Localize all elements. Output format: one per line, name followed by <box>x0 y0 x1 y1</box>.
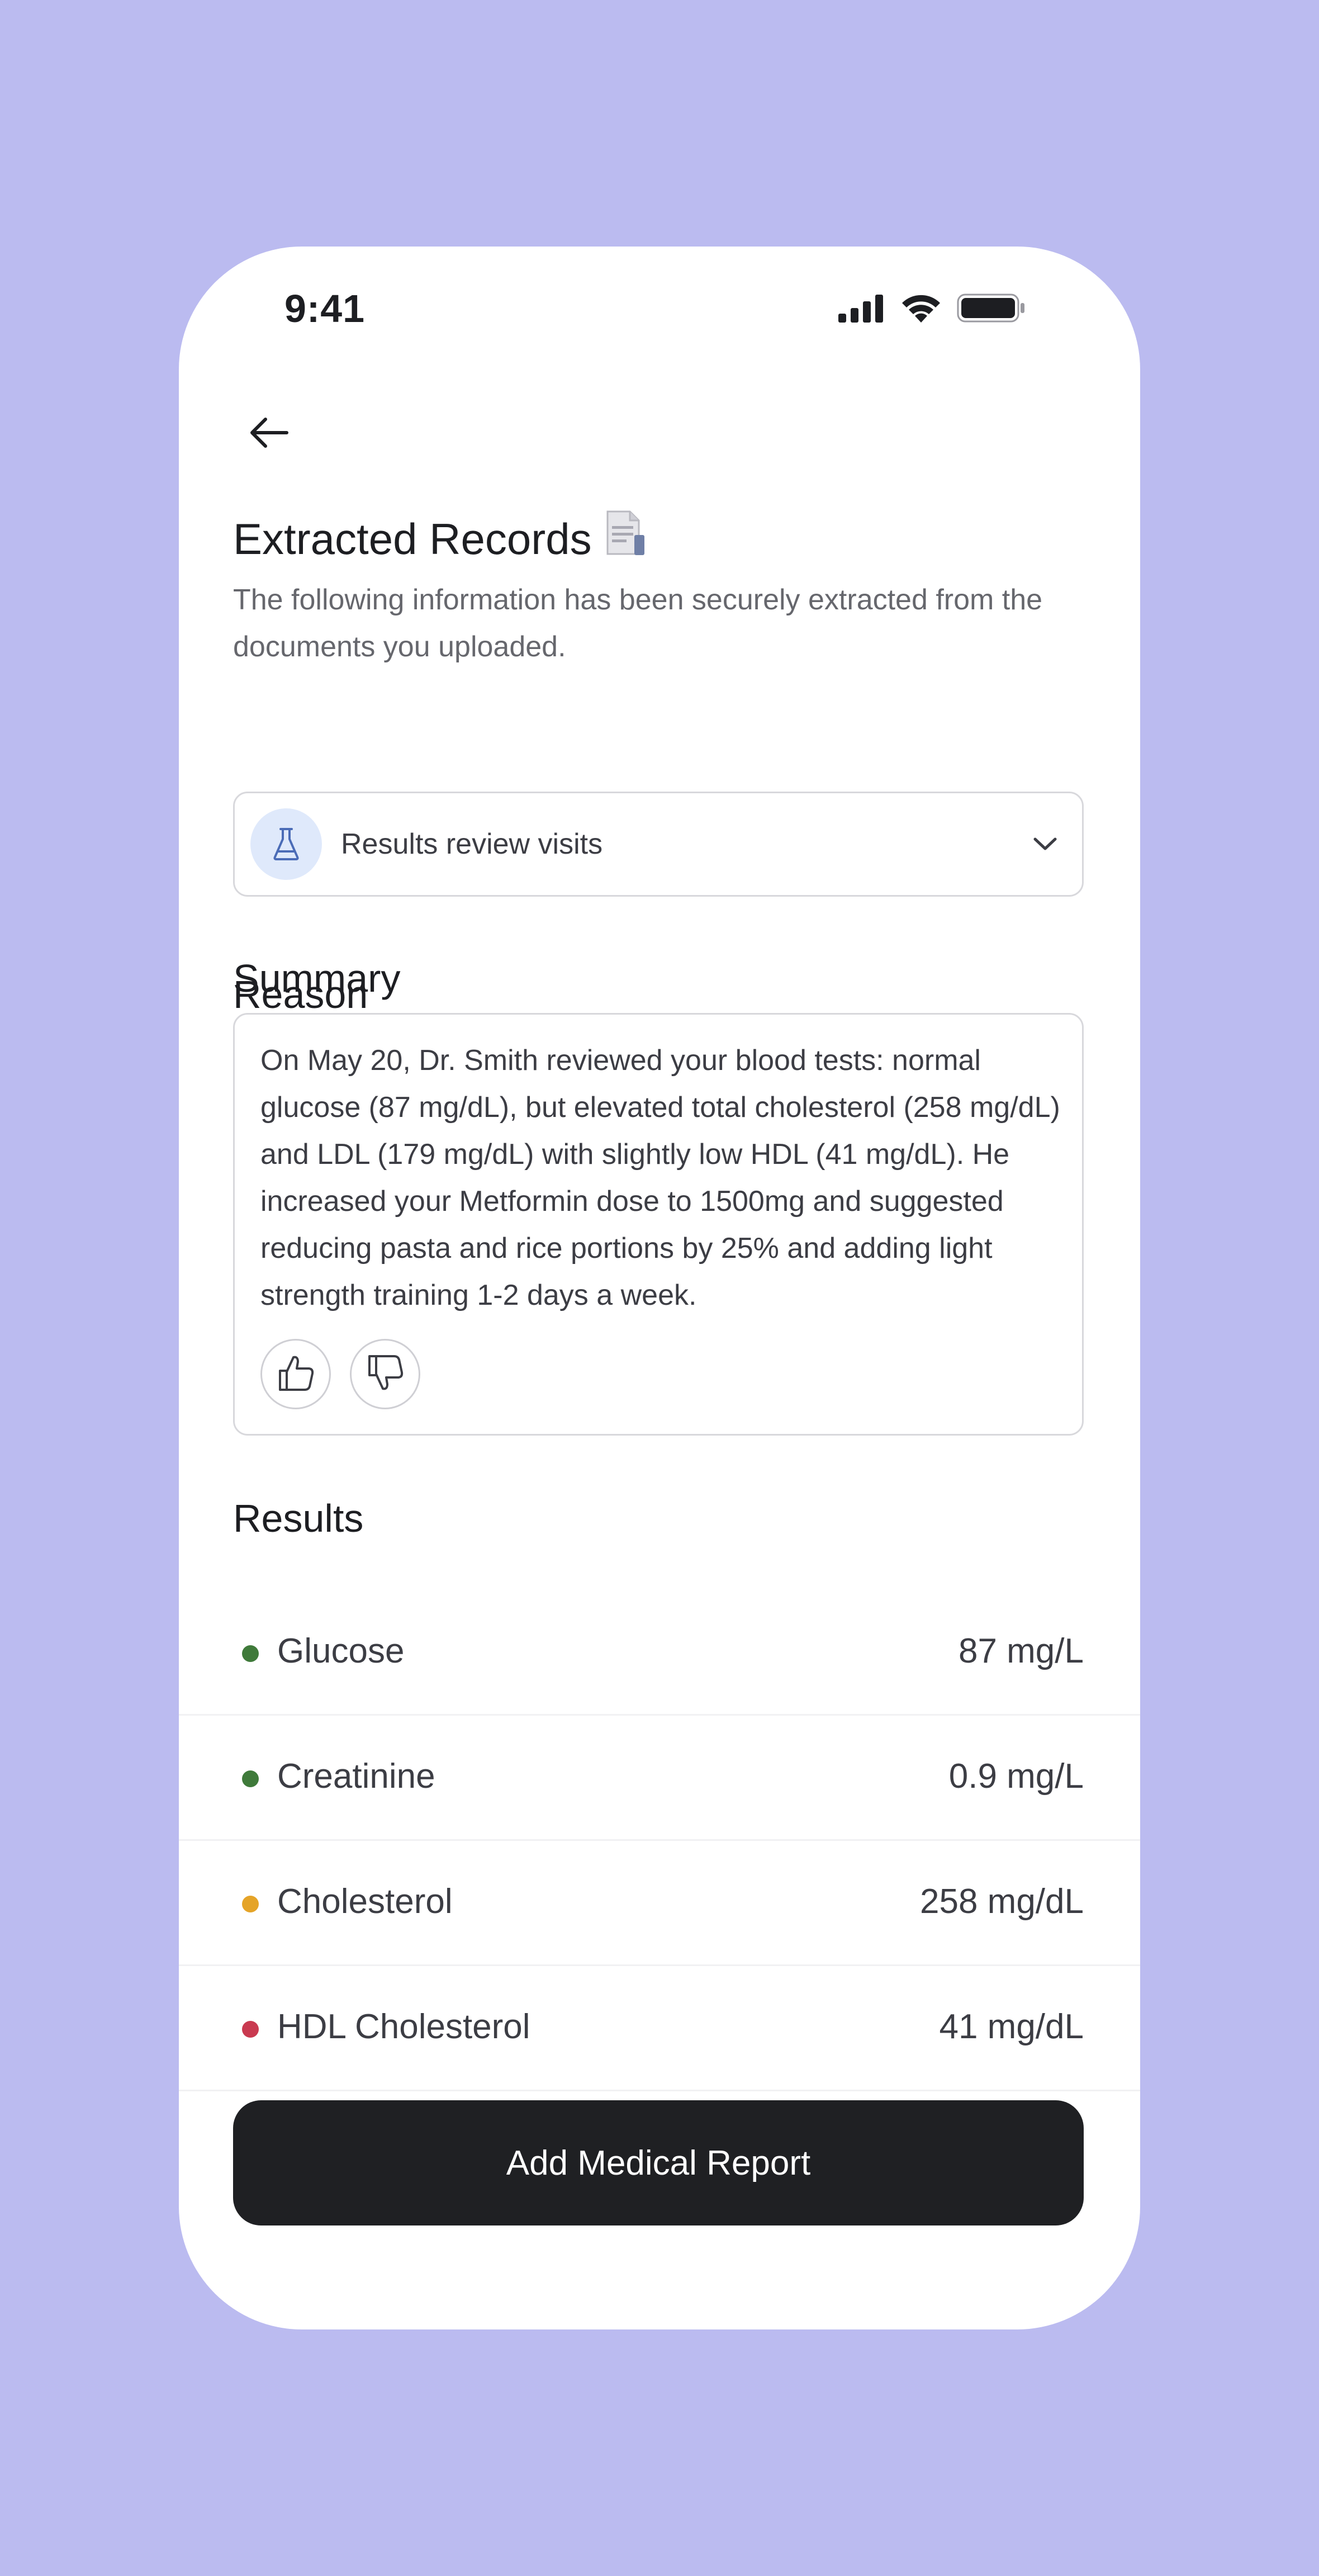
result-row[interactable]: HDL Cholesterol 41 mg/dL <box>179 1966 1140 2091</box>
flask-icon <box>250 808 322 880</box>
reason-select[interactable]: Results review visits <box>233 792 1084 897</box>
status-dot <box>242 2021 259 2038</box>
result-value: 87 mg/L <box>958 1632 1084 1670</box>
phone-screen: 9:41 Extracted Records The following inf… <box>179 247 1140 2329</box>
page-title-text: Extracted Records <box>233 514 592 564</box>
thumbs-down-button[interactable] <box>350 1339 420 1409</box>
result-row[interactable]: Cholesterol 258 mg/dL <box>179 1841 1140 1966</box>
chevron-down-icon <box>1033 837 1057 851</box>
result-value: 0.9 mg/L <box>948 1757 1084 1796</box>
summary-heading: Summary <box>233 956 401 1000</box>
document-icon <box>602 509 649 569</box>
result-row[interactable]: Creatinine 0.9 mg/L <box>179 1716 1140 1841</box>
status-dot <box>242 1896 259 1912</box>
results-list: Glucose 87 mg/L Creatinine 0.9 mg/L Chol… <box>179 1590 1140 2091</box>
result-value: 258 mg/dL <box>920 1882 1084 1921</box>
summary-text: On May 20, Dr. Smith reviewed your blood… <box>260 1044 1060 1311</box>
status-icons <box>838 292 1026 324</box>
wifi-icon <box>900 292 942 324</box>
arrow-left-icon <box>249 417 289 451</box>
result-value: 41 mg/dL <box>939 2007 1084 2046</box>
result-name: Glucose <box>277 1632 405 1670</box>
cellular-signal-icon <box>838 293 885 323</box>
summary-box: On May 20, Dr. Smith reviewed your blood… <box>233 1013 1084 1436</box>
page-subtitle: The following information has been secur… <box>233 584 1043 663</box>
result-name: Creatinine <box>277 1757 435 1796</box>
thumbs-up-button[interactable] <box>260 1339 331 1409</box>
page-title: Extracted Records <box>233 509 649 569</box>
add-medical-report-button[interactable]: Add Medical Report <box>233 2100 1084 2225</box>
back-button[interactable] <box>238 403 300 465</box>
battery-icon <box>957 293 1026 323</box>
result-name: Cholesterol <box>277 1882 453 1921</box>
thumbs-down-icon <box>365 1353 405 1396</box>
result-row[interactable]: Glucose 87 mg/L <box>179 1590 1140 1716</box>
thumbs-up-icon <box>276 1353 316 1396</box>
status-time: 9:41 <box>284 287 366 330</box>
results-heading: Results <box>233 1497 364 1540</box>
status-dot <box>242 1770 259 1787</box>
reason-selected-value: Results review visits <box>341 828 603 860</box>
status-dot <box>242 1645 259 1662</box>
result-name: HDL Cholesterol <box>277 2007 530 2046</box>
